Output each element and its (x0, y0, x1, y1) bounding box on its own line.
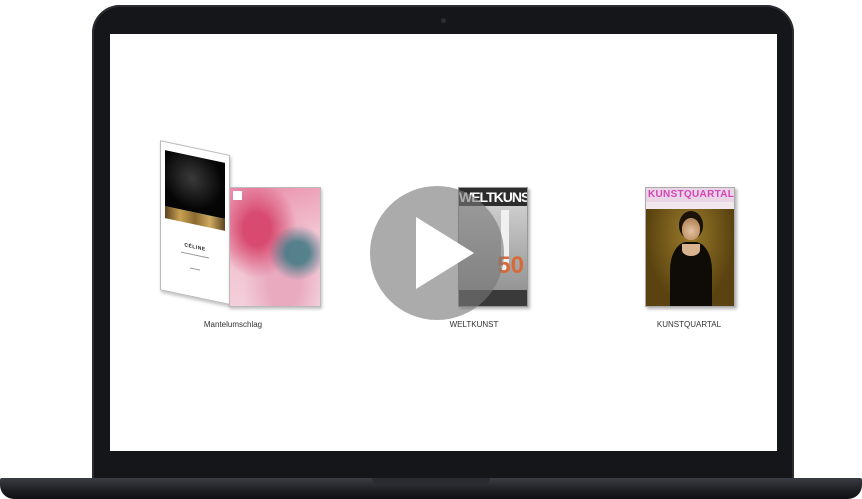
product-label-mantelumschlag: Mantelumschlag (203, 320, 263, 329)
product-label-kunstquartal: KUNSTQUARTAL (656, 320, 722, 329)
portrait-figure-head (682, 218, 700, 240)
product-label-weltkunst: WELTKUNST (449, 320, 499, 329)
camera-icon (441, 18, 446, 23)
portrait-figure-chest (682, 244, 700, 256)
mantelumschlag-book-cover-left: CÉLINE (160, 140, 230, 305)
cover-text-line (190, 267, 200, 271)
video-player[interactable]: CÉLINE Mantelumschlag WELTKUNST 50 WELTK… (0, 0, 862, 499)
mantelumschlag-book-cover-right (229, 187, 321, 307)
laptop-base (0, 478, 862, 499)
play-icon (416, 217, 474, 289)
cover-badge (233, 191, 242, 200)
laptop-base-notch (372, 478, 490, 486)
kunstquartal-magazine-cover: KUNSTQUARTAL (645, 187, 735, 307)
cover-strip (646, 202, 734, 209)
play-button[interactable] (370, 186, 504, 320)
kunstquartal-masthead: KUNSTQUARTAL (646, 188, 735, 202)
